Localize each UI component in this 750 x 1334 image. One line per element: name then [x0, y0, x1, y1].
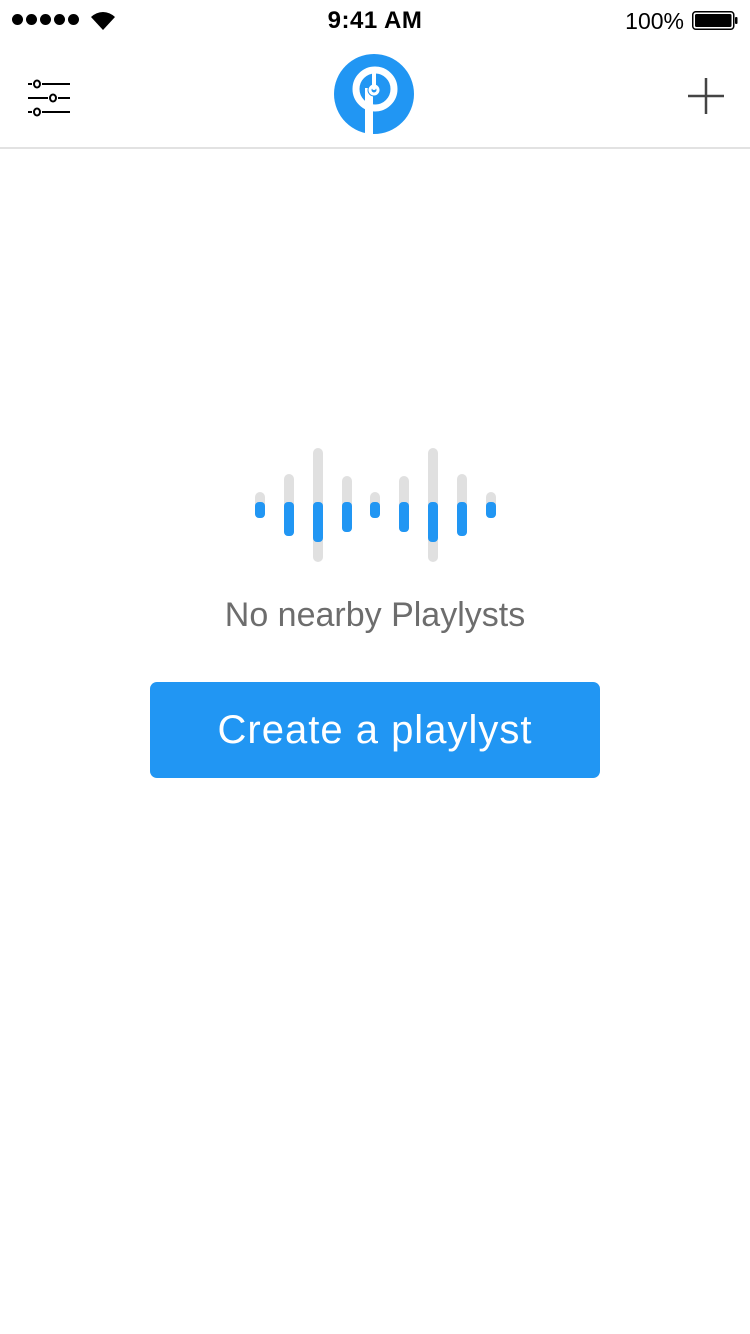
sliders-filter-icon — [28, 79, 70, 117]
plus-icon — [688, 78, 724, 114]
filter-button[interactable] — [22, 72, 76, 120]
add-playlist-button[interactable] — [686, 76, 726, 116]
sound-wave-icon — [255, 448, 496, 562]
empty-state-message: No nearby Playlysts — [224, 596, 526, 634]
navigation-bar — [0, 40, 750, 149]
battery-percentage: 100% — [625, 8, 684, 34]
battery-full-icon — [692, 11, 738, 30]
status-bar: 9:41 AM 100% — [0, 0, 750, 40]
playlyst-logo-icon — [334, 54, 414, 134]
create-playlist-button[interactable]: Create a playlyst — [150, 682, 600, 778]
